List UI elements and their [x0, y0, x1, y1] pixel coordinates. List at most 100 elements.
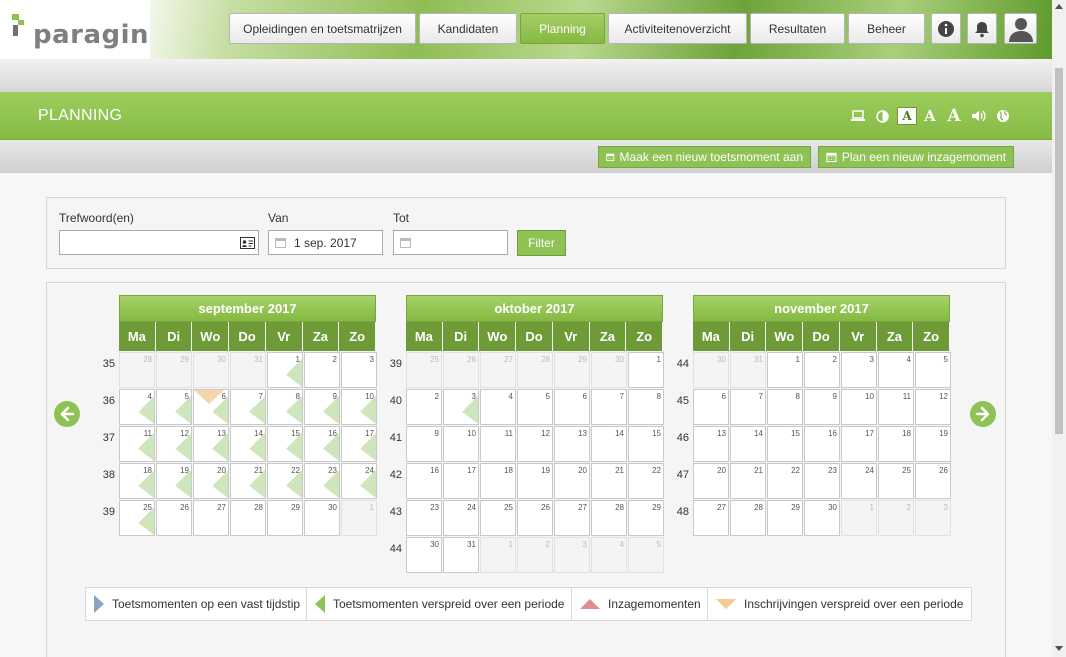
nav-planning[interactable]: Planning	[520, 13, 605, 44]
calendar-day[interactable]: 3	[341, 352, 377, 388]
calendar-day[interactable]: 1	[767, 352, 803, 388]
calendar-day[interactable]: 14	[591, 426, 627, 462]
calendar-day[interactable]: 31	[230, 352, 266, 388]
calendar-day[interactable]: 14	[730, 426, 766, 462]
calendar-day[interactable]: 8	[628, 389, 664, 425]
calendar-day[interactable]: 31	[443, 537, 479, 573]
calendar-day[interactable]: 26	[915, 463, 951, 499]
calendar-day[interactable]: 5	[915, 352, 951, 388]
calendar-day[interactable]: 26	[517, 500, 553, 536]
logo[interactable]: paragin	[0, 0, 150, 59]
calendar-day[interactable]: 6	[693, 389, 729, 425]
calendar-day[interactable]: 10	[341, 389, 377, 425]
globe-icon[interactable]	[995, 107, 1011, 125]
calendar-day[interactable]: 16	[304, 426, 340, 462]
calendar-day[interactable]: 4	[119, 389, 155, 425]
scroll-down-icon[interactable]	[1055, 646, 1063, 651]
calendar-day[interactable]: 17	[841, 426, 877, 462]
calendar-day[interactable]: 4	[878, 352, 914, 388]
calendar-day[interactable]: 26	[443, 352, 479, 388]
calendar-day[interactable]: 20	[554, 463, 590, 499]
calendar-day[interactable]: 13	[693, 426, 729, 462]
calendar-day[interactable]: 17	[341, 426, 377, 462]
calendar-day[interactable]: 22	[628, 463, 664, 499]
calendar-day[interactable]: 28	[730, 500, 766, 536]
calendar-day[interactable]: 25	[878, 463, 914, 499]
calendar-day[interactable]: 29	[267, 500, 303, 536]
calendar-day[interactable]: 14	[230, 426, 266, 462]
calendar-day[interactable]: 4	[480, 389, 516, 425]
calendar-day[interactable]: 1	[341, 500, 377, 536]
calendar-day[interactable]: 24	[841, 463, 877, 499]
calendar-day[interactable]: 20	[193, 463, 229, 499]
calendar-day[interactable]: 29	[156, 352, 192, 388]
calendar-day[interactable]: 8	[767, 389, 803, 425]
calendar-day[interactable]: 2	[804, 352, 840, 388]
font-size-medium-icon[interactable]: A	[922, 107, 938, 125]
calendar-day[interactable]: 3	[915, 500, 951, 536]
from-date-input[interactable]: 1 sep. 2017	[268, 230, 383, 255]
nav-kandidaten[interactable]: Kandidaten	[419, 13, 517, 44]
calendar-day[interactable]: 28	[591, 500, 627, 536]
calendar-day[interactable]: 2	[304, 352, 340, 388]
calendar-day[interactable]: 2	[517, 537, 553, 573]
calendar-day[interactable]: 3	[841, 352, 877, 388]
calendar-day[interactable]: 27	[193, 500, 229, 536]
calendar-day[interactable]: 15	[767, 426, 803, 462]
calendar-day[interactable]: 4	[591, 537, 627, 573]
calendar-day[interactable]: 15	[267, 426, 303, 462]
calendar-day[interactable]: 29	[554, 352, 590, 388]
calendar-day[interactable]: 28	[119, 352, 155, 388]
nav-beheer[interactable]: Beheer	[848, 13, 925, 44]
calendar-day[interactable]: 3	[554, 537, 590, 573]
calendar-day[interactable]: 29	[628, 500, 664, 536]
calendar-day[interactable]: 19	[915, 426, 951, 462]
calendar-day[interactable]: 13	[554, 426, 590, 462]
calendar-day[interactable]: 6	[554, 389, 590, 425]
calendar-day[interactable]: 5	[517, 389, 553, 425]
calendar-day[interactable]: 19	[156, 463, 192, 499]
calendar-day[interactable]: 28	[230, 500, 266, 536]
calendar-day[interactable]: 2	[406, 389, 442, 425]
calendar-day[interactable]: 1	[267, 352, 303, 388]
to-date-input[interactable]	[393, 230, 508, 255]
calendar-day[interactable]: 15	[628, 426, 664, 462]
calendar-day[interactable]: 7	[591, 389, 627, 425]
scroll-up-icon[interactable]	[1055, 4, 1063, 9]
nav-activiteitenoverzicht[interactable]: Activiteitenoverzicht	[608, 13, 747, 44]
calendar-day[interactable]: 9	[304, 389, 340, 425]
calendar-day[interactable]: 2	[878, 500, 914, 536]
calendar-day[interactable]: 23	[804, 463, 840, 499]
scrollbar-thumb[interactable]	[1055, 68, 1063, 434]
filter-button[interactable]: Filter	[517, 230, 566, 256]
calendar-day[interactable]: 11	[119, 426, 155, 462]
calendar-day[interactable]: 23	[406, 500, 442, 536]
calendar-day[interactable]: 18	[119, 463, 155, 499]
font-size-large-icon[interactable]: A	[945, 106, 963, 126]
profile-button[interactable]	[1004, 13, 1037, 44]
info-button[interactable]	[931, 13, 961, 44]
calendar-day[interactable]: 26	[156, 500, 192, 536]
calendar-day[interactable]: 25	[406, 352, 442, 388]
calendar-day[interactable]: 31	[730, 352, 766, 388]
calendar-day[interactable]: 30	[591, 352, 627, 388]
calendar-day[interactable]: 1	[841, 500, 877, 536]
calendar-day[interactable]: 25	[119, 500, 155, 536]
calendar-day[interactable]: 10	[841, 389, 877, 425]
calendar-day[interactable]: 8	[267, 389, 303, 425]
calendar-day[interactable]: 18	[480, 463, 516, 499]
nav-resultaten[interactable]: Resultaten	[750, 13, 845, 44]
calendar-day[interactable]: 12	[517, 426, 553, 462]
calendar-day[interactable]: 12	[156, 426, 192, 462]
calendar-day[interactable]: 17	[443, 463, 479, 499]
nav-opleidingen[interactable]: Opleidingen en toetsmatrijzen	[229, 13, 416, 44]
keyword-input[interactable]	[59, 230, 259, 255]
calendar-day[interactable]: 30	[406, 537, 442, 573]
calendar-day[interactable]: 3	[443, 389, 479, 425]
calendar-day[interactable]: 28	[517, 352, 553, 388]
calendar-day[interactable]: 9	[406, 426, 442, 462]
calendar-day[interactable]: 7	[230, 389, 266, 425]
new-test-moment-button[interactable]: Maak een nieuw toetsmoment aan	[598, 146, 811, 168]
calendar-day[interactable]: 21	[230, 463, 266, 499]
calendar-day[interactable]: 11	[878, 389, 914, 425]
